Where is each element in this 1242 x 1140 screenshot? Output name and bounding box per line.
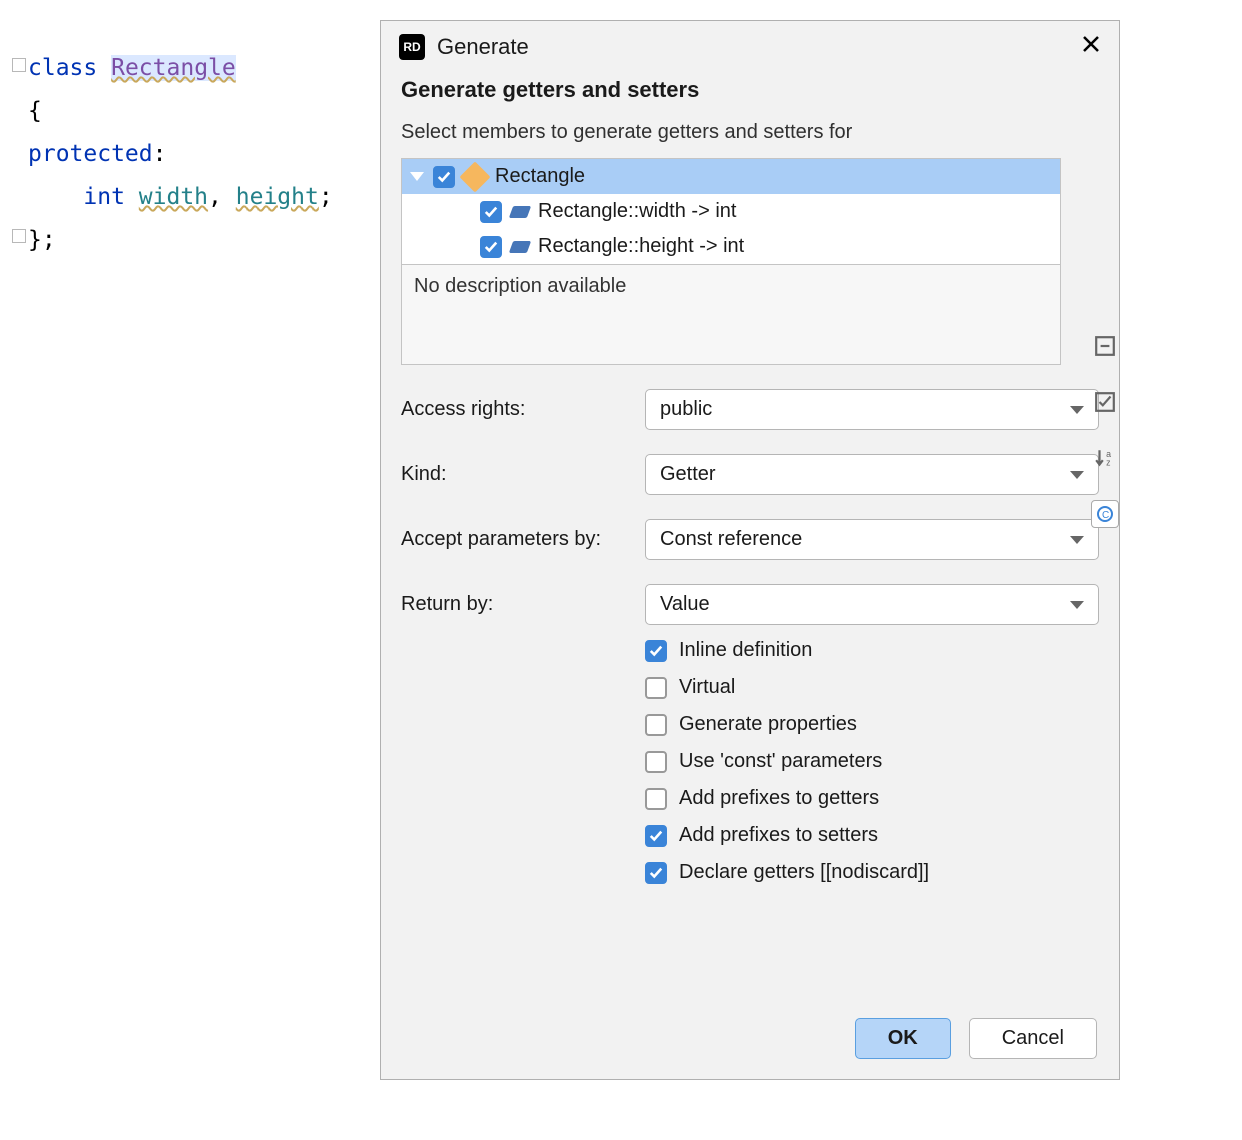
return-by-value: Value [660,593,710,616]
option-nodiscard[interactable]: Declare getters [[nodiscard]] [645,861,1099,884]
return-by-select[interactable]: Value [645,584,1099,625]
close-icon[interactable] [1081,33,1101,61]
option-inline[interactable]: Inline definition [645,639,1099,662]
chevron-down-icon [1070,406,1084,414]
code-editor[interactable]: class Rectangle { protected: int width, … [0,0,380,262]
checkbox[interactable] [645,751,667,773]
code-line: }; [0,219,380,262]
access-rights-label: Access rights: [401,398,625,421]
checkbox[interactable] [645,825,667,847]
option-label: Declare getters [[nodiscard]] [679,861,929,884]
kind-label: Kind: [401,463,625,486]
chevron-down-icon [1070,601,1084,609]
dialog-heading: Generate getters and setters [401,77,1099,103]
option-label: Virtual [679,676,735,699]
code-line: { [0,90,380,133]
svg-text:C: C [1102,510,1109,521]
checkbox[interactable] [433,166,455,188]
option-prefix-getters[interactable]: Add prefixes to getters [645,787,1099,810]
description-box: No description available [401,265,1061,365]
option-generate-properties[interactable]: Generate properties [645,713,1099,736]
fold-icon[interactable] [12,58,26,72]
tree-member-label: Rectangle::height -> int [538,235,744,258]
class-filter-icon[interactable]: C [1091,500,1119,528]
tree-member-row[interactable]: Rectangle::height -> int [402,229,1060,264]
svg-text:z: z [1106,458,1110,468]
option-label: Add prefixes to setters [679,824,878,847]
checkbox[interactable] [645,640,667,662]
collapse-all-icon[interactable] [1091,332,1119,360]
field-icon [509,206,531,218]
tree-member-label: Rectangle::width -> int [538,200,736,223]
expand-icon[interactable] [410,172,424,181]
dialog-title: Generate [437,34,1069,60]
option-use-const[interactable]: Use 'const' parameters [645,750,1099,773]
tree-root-row[interactable]: Rectangle [402,159,1060,194]
accept-params-label: Accept parameters by: [401,528,625,551]
dialog-instruction: Select members to generate getters and s… [401,121,1099,144]
checkbox[interactable] [645,862,667,884]
select-all-icon[interactable] [1091,388,1119,416]
checkbox[interactable] [645,788,667,810]
kind-select[interactable]: Getter [645,454,1099,495]
accept-params-select[interactable]: Const reference [645,519,1099,560]
fold-icon[interactable] [12,229,26,243]
option-label: Use 'const' parameters [679,750,882,773]
return-by-label: Return by: [401,593,625,616]
option-label: Add prefixes to getters [679,787,879,810]
option-virtual[interactable]: Virtual [645,676,1099,699]
code-line: int width, height; [0,176,380,219]
option-label: Inline definition [679,639,812,662]
checkbox[interactable] [645,714,667,736]
option-prefix-setters[interactable]: Add prefixes to setters [645,824,1099,847]
class-icon [459,161,490,192]
access-rights-select[interactable]: public [645,389,1099,430]
code-line: protected: [0,133,380,176]
kind-value: Getter [660,463,716,486]
chevron-down-icon [1070,536,1084,544]
option-label: Generate properties [679,713,857,736]
ok-button[interactable]: OK [855,1018,951,1059]
sort-alpha-icon[interactable]: az [1091,444,1119,472]
cancel-button[interactable]: Cancel [969,1018,1097,1059]
member-tree[interactable]: Rectangle Rectangle::width -> int Rectan… [401,158,1061,265]
chevron-down-icon [1070,471,1084,479]
generate-dialog: Generate Generate getters and setters Se… [380,20,1120,1080]
accept-params-value: Const reference [660,528,802,551]
checkbox[interactable] [480,201,502,223]
checkbox[interactable] [645,677,667,699]
tree-member-row[interactable]: Rectangle::width -> int [402,194,1060,229]
field-icon [509,241,531,253]
tree-root-label: Rectangle [495,165,585,188]
app-icon [399,34,425,60]
access-rights-value: public [660,398,712,421]
checkbox[interactable] [480,236,502,258]
code-line: class Rectangle [0,47,380,90]
